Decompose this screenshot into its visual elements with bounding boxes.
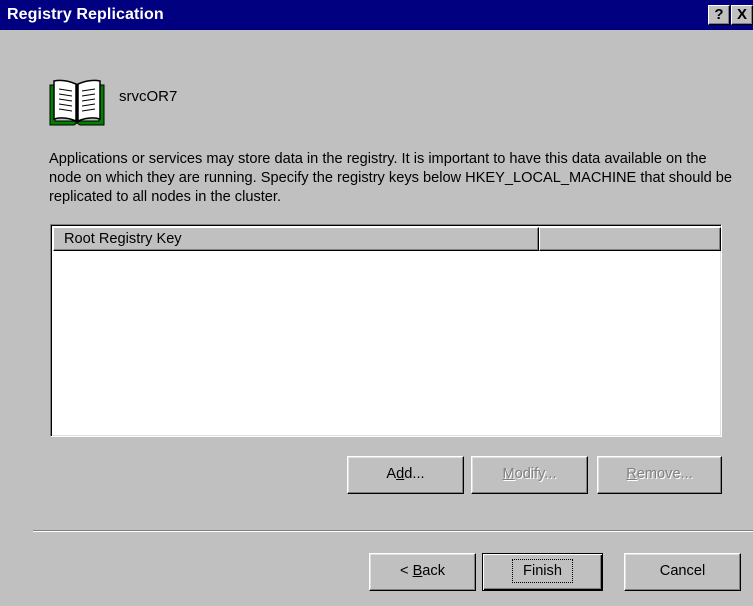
back-label-prefix: < — [399, 563, 413, 579]
registry-key-list[interactable]: Root Registry Key — [50, 224, 722, 437]
column-header-root-registry-key[interactable]: Root Registry Key — [53, 227, 539, 251]
list-header: Root Registry Key — [53, 227, 721, 251]
remove-button[interactable]: Remove... — [597, 456, 722, 494]
close-button[interactable]: X — [731, 5, 753, 25]
book-icon — [49, 79, 105, 126]
window-title: Registry Replication — [7, 6, 164, 23]
description-text: Applications or services may store data … — [49, 151, 733, 205]
finish-label: Finish — [512, 559, 573, 583]
column-header-blank[interactable] — [539, 227, 721, 251]
help-button[interactable]: ? — [708, 5, 730, 25]
modify-label-accesskey: M — [502, 466, 515, 482]
back-button[interactable]: < Back — [369, 553, 476, 591]
remove-label-accesskey: R — [626, 466, 637, 482]
add-label-suffix: d... — [404, 466, 425, 482]
add-label-prefix: A — [386, 466, 397, 482]
cancel-button[interactable]: Cancel — [624, 553, 741, 591]
modify-label-suffix: odify... — [514, 466, 557, 482]
back-label-suffix: ack — [422, 563, 446, 579]
title-bar[interactable]: Registry Replication ? X — [0, 0, 753, 30]
finish-button[interactable]: Finish — [482, 553, 603, 591]
resource-name: srvcOR7 — [119, 88, 178, 105]
modify-button[interactable]: Modify... — [471, 456, 588, 494]
separator — [33, 530, 753, 532]
add-button[interactable]: Add... — [347, 456, 464, 494]
back-label-accesskey: B — [412, 563, 423, 579]
remove-label-suffix: emove... — [636, 466, 693, 482]
